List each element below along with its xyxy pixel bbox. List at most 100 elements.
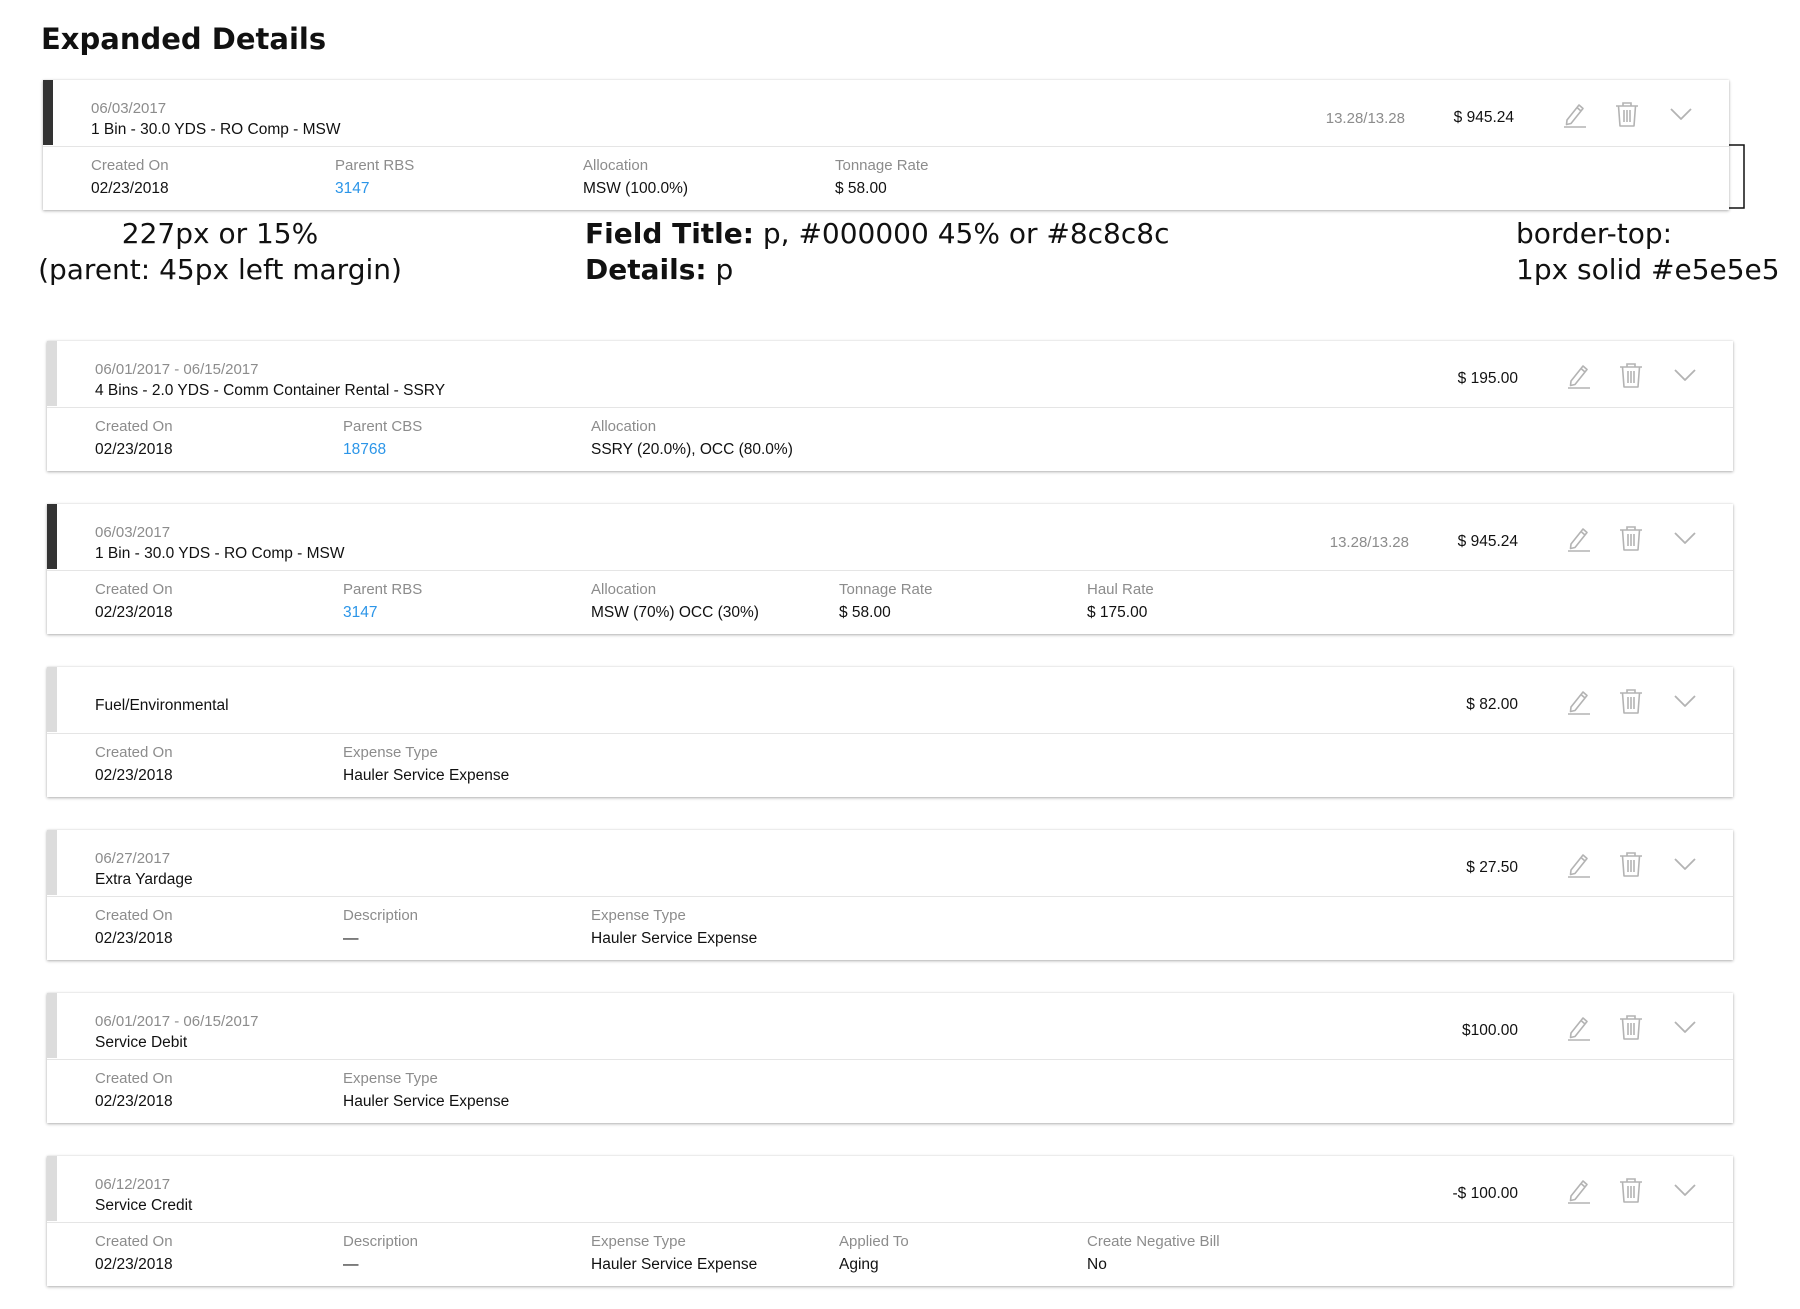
details-annotation-value: p bbox=[715, 253, 734, 286]
expense-card: 06/01/2017 - 06/15/2017 4 Bins - 2.0 YDS … bbox=[47, 341, 1733, 471]
detail-field: Created On 02/23/2018 bbox=[95, 744, 173, 785]
card-accent-bar bbox=[47, 1156, 57, 1221]
detail-field: Parent CBS 18768 bbox=[343, 418, 422, 459]
card-date: 06/12/2017 bbox=[95, 1176, 171, 1193]
chevron-down-icon[interactable] bbox=[1667, 100, 1695, 128]
card-header[interactable]: 06/03/2017 1 Bin - 30.0 YDS - RO Comp - M… bbox=[47, 504, 1733, 569]
card-title: Extra Yardage bbox=[95, 871, 193, 888]
card-accent-bar bbox=[47, 667, 57, 732]
detail-field: Tonnage Rate $ 58.00 bbox=[835, 157, 928, 198]
card-details: Created On 02/23/2018 Parent RBS 3147 Alloca… bbox=[47, 570, 1733, 635]
field-value: $ 175.00 bbox=[1087, 604, 1148, 621]
edit-icon[interactable] bbox=[1565, 850, 1593, 878]
card-date: 06/27/2017 bbox=[95, 850, 171, 867]
card-accent-bar bbox=[47, 830, 57, 895]
border-annotation-line2: 1px solid #e5e5e5 bbox=[1516, 253, 1780, 286]
edit-icon[interactable] bbox=[1565, 361, 1593, 389]
field-value: Hauler Service Expense bbox=[591, 930, 758, 947]
border-annotation-bracket bbox=[1728, 144, 1745, 209]
field-title: Allocation bbox=[591, 581, 657, 598]
trash-icon[interactable] bbox=[1617, 687, 1645, 715]
card-header[interactable]: 06/03/2017 1 Bin - 30.0 YDS - RO Comp - M… bbox=[43, 80, 1729, 145]
field-value: $ 58.00 bbox=[839, 604, 891, 621]
field-value: Hauler Service Expense bbox=[343, 1093, 510, 1110]
field-title: Expense Type bbox=[591, 907, 686, 924]
detail-field: Created On 02/23/2018 bbox=[95, 418, 173, 459]
trash-icon[interactable] bbox=[1617, 361, 1645, 389]
card-header[interactable]: 06/12/2017 Service Credit -$ 100.00 bbox=[47, 1156, 1733, 1221]
card-accent-bar bbox=[43, 80, 53, 145]
detail-field: Allocation MSW (70%) OCC (30%) bbox=[591, 581, 759, 622]
chevron-down-icon[interactable] bbox=[1671, 524, 1699, 552]
card-amount: $ 945.24 bbox=[1453, 109, 1514, 126]
detail-field: Create Negative Bill No bbox=[1087, 1233, 1220, 1274]
chevron-down-icon[interactable] bbox=[1671, 687, 1699, 715]
card-date: 06/01/2017 - 06/15/2017 bbox=[95, 361, 259, 378]
edit-icon[interactable] bbox=[1561, 100, 1589, 128]
chevron-down-icon[interactable] bbox=[1671, 1176, 1699, 1204]
trash-icon[interactable] bbox=[1617, 524, 1645, 552]
chevron-down-icon[interactable] bbox=[1671, 1013, 1699, 1041]
details-annotation-label: Details: bbox=[585, 253, 707, 286]
card-header[interactable]: 06/01/2017 - 06/15/2017 Service Debit $100… bbox=[47, 993, 1733, 1058]
card-details: Created On 02/23/2018 Description — Expense … bbox=[47, 1222, 1733, 1287]
field-title: Description bbox=[343, 907, 419, 924]
card-tonnage: 13.28/13.28 bbox=[1325, 110, 1405, 127]
edit-icon[interactable] bbox=[1565, 524, 1593, 552]
edit-icon[interactable] bbox=[1565, 1176, 1593, 1204]
width-annotation-line2: (parent: 45px left margin) bbox=[38, 253, 402, 286]
edit-icon[interactable] bbox=[1565, 687, 1593, 715]
chevron-down-icon[interactable] bbox=[1671, 850, 1699, 878]
field-value: $ 58.00 bbox=[835, 180, 887, 197]
card-tonnage: 13.28/13.28 bbox=[1329, 534, 1409, 551]
field-value: 02/23/2018 bbox=[95, 441, 173, 458]
card-date: 06/01/2017 - 06/15/2017 bbox=[95, 1013, 259, 1030]
card-amount: $ 945.24 bbox=[1457, 533, 1518, 550]
field-value: MSW (100.0%) bbox=[583, 180, 689, 197]
detail-field: Parent RBS 3147 bbox=[343, 581, 422, 622]
trash-icon[interactable] bbox=[1617, 850, 1645, 878]
edit-icon[interactable] bbox=[1565, 1013, 1593, 1041]
card-header[interactable]: Fuel/Environmental $ 82.00 bbox=[47, 667, 1733, 732]
card-title: Service Credit bbox=[95, 1197, 193, 1214]
detail-field: Expense Type Hauler Service Expense bbox=[591, 1233, 757, 1274]
field-title-annotation-value: p, #000000 45% or #8c8c8c bbox=[762, 217, 1170, 250]
card-header[interactable]: 06/27/2017 Extra Yardage $ 27.50 bbox=[47, 830, 1733, 895]
card-accent-bar bbox=[47, 993, 57, 1058]
border-annotation: border-top: 1px solid #e5e5e5 bbox=[1516, 216, 1780, 288]
card-header[interactable]: 06/01/2017 - 06/15/2017 4 Bins - 2.0 YDS … bbox=[47, 341, 1733, 406]
field-title: Parent RBS bbox=[335, 157, 415, 174]
expense-card: 06/12/2017 Service Credit -$ 100.00 Created… bbox=[47, 1156, 1733, 1286]
parent-link[interactable]: 18768 bbox=[343, 441, 422, 459]
detail-field: Allocation SSRY (20.0%), OCC (80.0%) bbox=[591, 418, 793, 459]
field-title: Created On bbox=[91, 157, 169, 174]
style-annotation: Field Title: p, #000000 45% or #8c8c8c D… bbox=[585, 216, 1169, 288]
detail-field: Created On 02/23/2018 bbox=[95, 907, 173, 948]
field-value: 02/23/2018 bbox=[95, 767, 173, 784]
expense-card: 06/03/2017 1 Bin - 30.0 YDS - RO Comp - M… bbox=[43, 80, 1729, 210]
expense-card: 06/27/2017 Extra Yardage $ 27.50 Created On… bbox=[47, 830, 1733, 960]
detail-field: Expense Type Hauler Service Expense bbox=[343, 1070, 509, 1111]
field-value: 02/23/2018 bbox=[91, 180, 169, 197]
field-value: Aging bbox=[839, 1256, 879, 1273]
field-title: Allocation bbox=[583, 157, 649, 174]
chevron-down-icon[interactable] bbox=[1671, 361, 1699, 389]
detail-field: Description — bbox=[343, 907, 418, 948]
trash-icon[interactable] bbox=[1617, 1176, 1645, 1204]
card-date: 06/03/2017 bbox=[95, 524, 171, 541]
trash-icon[interactable] bbox=[1613, 100, 1641, 128]
parent-link[interactable]: 3147 bbox=[343, 604, 422, 622]
field-value: No bbox=[1087, 1256, 1107, 1273]
detail-field: Parent RBS 3147 bbox=[335, 157, 414, 198]
field-value: 02/23/2018 bbox=[95, 930, 173, 947]
trash-icon[interactable] bbox=[1617, 1013, 1645, 1041]
card-title: 1 Bin - 30.0 YDS - RO Comp - MSW bbox=[91, 121, 341, 138]
expense-card: 06/03/2017 1 Bin - 30.0 YDS - RO Comp - M… bbox=[47, 504, 1733, 634]
card-details: Created On 02/23/2018 Description — Expense … bbox=[47, 896, 1733, 961]
page-title: Expanded Details bbox=[41, 22, 327, 56]
expense-card: 06/01/2017 - 06/15/2017 Service Debit $100… bbox=[47, 993, 1733, 1123]
field-title: Applied To bbox=[839, 1233, 909, 1250]
detail-field: Applied To Aging bbox=[839, 1233, 909, 1274]
card-title: Service Debit bbox=[95, 1034, 188, 1051]
parent-link[interactable]: 3147 bbox=[335, 180, 414, 198]
